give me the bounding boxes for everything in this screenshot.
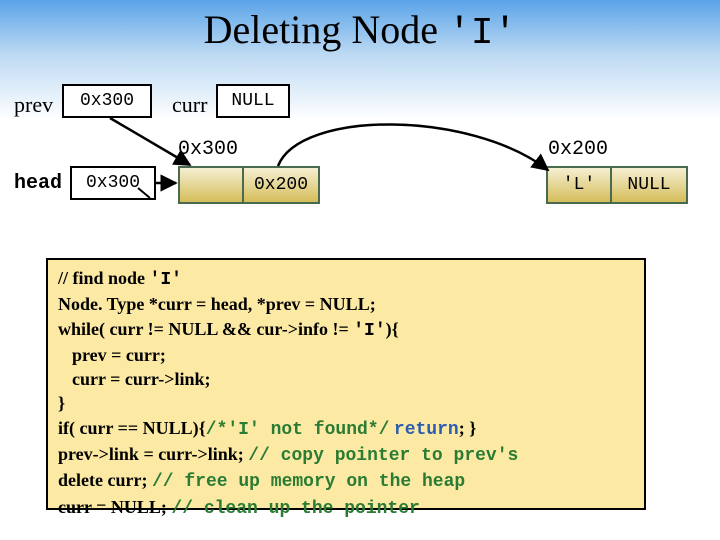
curr-cell: NULL (216, 84, 290, 118)
prev-label: prev (14, 92, 53, 118)
node1-address: 0x300 (178, 138, 238, 161)
node-1-link: 0x200 (242, 166, 320, 204)
title-code: 'I' (448, 12, 516, 55)
node-2: 'L' NULL (546, 166, 688, 204)
code-listing: // find node 'I' Node. Type *curr = head… (46, 258, 646, 510)
head-cell: 0x300 (70, 166, 156, 200)
curr-label: curr (172, 92, 207, 118)
head-label: head (14, 172, 62, 195)
head-value: 0x300 (86, 173, 140, 193)
node-2-info: 'L' (546, 166, 610, 204)
prev-cell: 0x300 (62, 84, 152, 118)
page-title: Deleting Node 'I' (0, 6, 720, 55)
prev-value: 0x300 (80, 91, 134, 111)
node-1: 0x200 (178, 166, 320, 204)
title-text: Deleting Node (204, 7, 448, 52)
node-1-info (178, 166, 242, 204)
node-2-link: NULL (610, 166, 688, 204)
node2-address: 0x200 (548, 138, 608, 161)
curr-value: NULL (231, 91, 274, 111)
